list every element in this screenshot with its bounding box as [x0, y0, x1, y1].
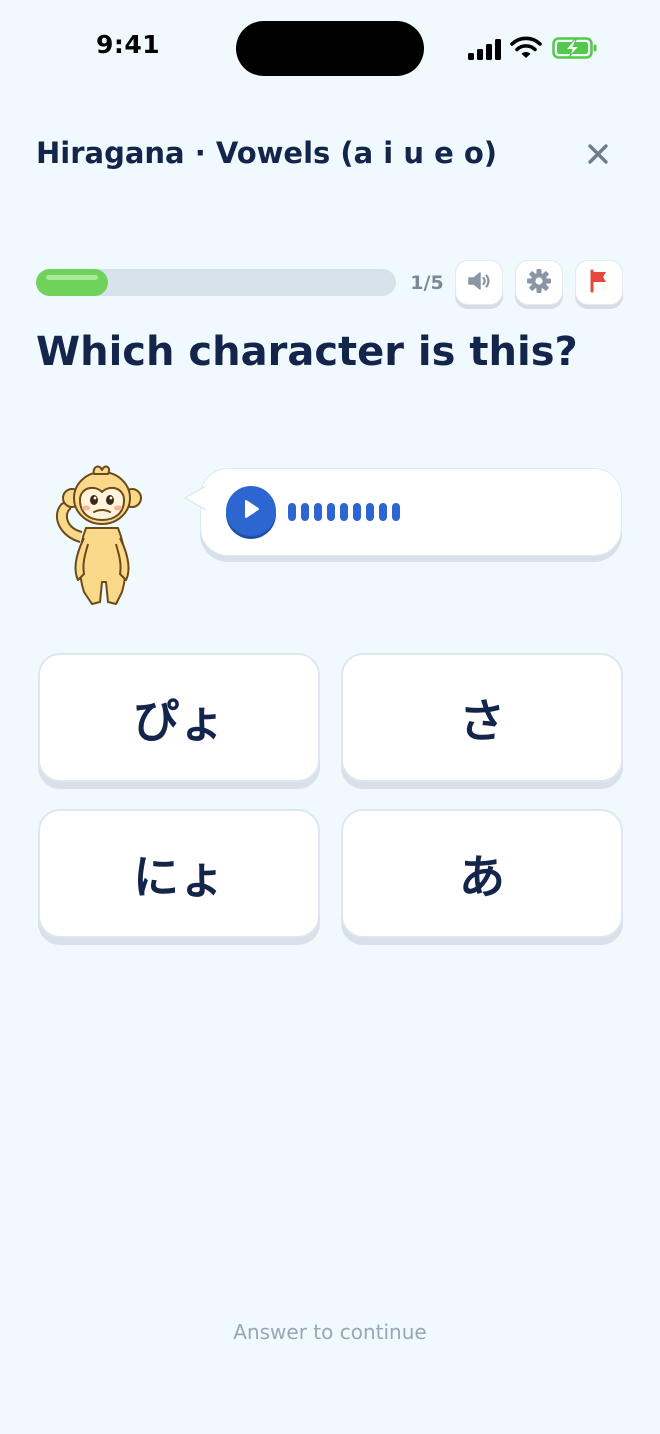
speaker-icon	[466, 270, 492, 296]
close-button[interactable]	[578, 136, 618, 176]
question-prompt: Which character is this?	[36, 329, 578, 375]
progress-count: 1/5	[410, 272, 444, 294]
play-icon	[242, 499, 260, 523]
lesson-title: Hiragana · Vowels (a i u e o)	[36, 136, 498, 170]
progress-bar	[36, 269, 396, 296]
progress-bar-fill	[36, 269, 108, 296]
answer-option[interactable]: あ	[341, 809, 623, 938]
gear-icon	[526, 268, 552, 298]
bubble-tail	[183, 484, 207, 512]
wifi-icon	[510, 36, 542, 60]
answer-option[interactable]: にょ	[38, 809, 320, 938]
continue-hint: Answer to continue	[233, 1320, 427, 1344]
battery-charging-icon	[552, 37, 598, 59]
sound-button[interactable]	[455, 260, 503, 305]
settings-button[interactable]	[515, 260, 563, 305]
flag-icon	[588, 269, 610, 297]
cellular-signal-icon	[468, 38, 502, 60]
audio-waveform	[288, 502, 400, 522]
answer-option[interactable]: ぴょ	[38, 653, 320, 782]
answer-option[interactable]: さ	[341, 653, 623, 782]
close-icon	[587, 143, 609, 169]
dynamic-island	[236, 21, 424, 76]
status-time: 9:41	[96, 30, 161, 59]
play-audio-button[interactable]	[226, 486, 276, 536]
report-button[interactable]	[575, 260, 623, 305]
monkey-mascot	[50, 462, 154, 610]
